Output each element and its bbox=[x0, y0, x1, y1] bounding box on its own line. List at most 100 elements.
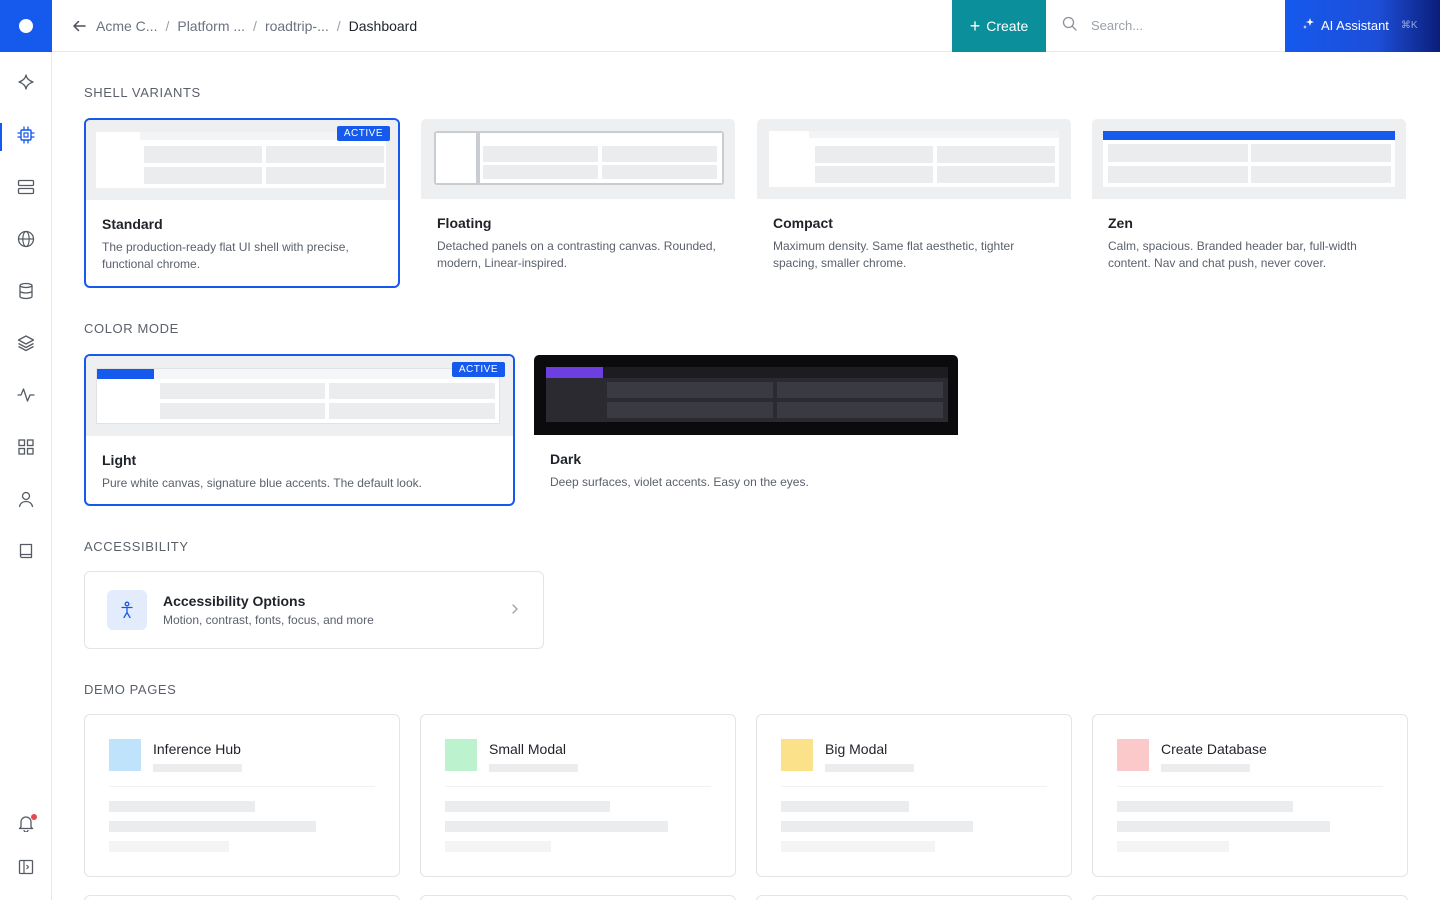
arrow-left-icon[interactable] bbox=[72, 18, 88, 34]
demo-title: Create Database bbox=[1161, 741, 1267, 757]
skeleton-line bbox=[1117, 821, 1330, 832]
shell-preview-zen bbox=[1092, 119, 1406, 199]
demo-card-small-modal[interactable]: Small Modal bbox=[420, 714, 736, 877]
shell-card-floating[interactable]: Floating Detached panels on a contrastin… bbox=[420, 118, 736, 288]
skeleton-line bbox=[109, 821, 316, 832]
divider bbox=[1117, 786, 1383, 787]
skeleton-line bbox=[1117, 841, 1229, 852]
sidebar-item-docs[interactable] bbox=[0, 533, 52, 573]
skeleton-line bbox=[1117, 801, 1293, 812]
card-title: Floating bbox=[437, 215, 492, 231]
sidebar-item-ai[interactable] bbox=[0, 64, 52, 104]
card-title: Dark bbox=[550, 451, 582, 467]
demo-card-big-modal[interactable]: Big Modal bbox=[756, 714, 1072, 877]
breadcrumb-project[interactable]: roadtrip-... bbox=[265, 18, 329, 34]
demo-swatch bbox=[109, 739, 141, 771]
skeleton-line bbox=[445, 801, 610, 812]
skeleton-line bbox=[781, 821, 973, 832]
breadcrumb-org[interactable]: Acme C... bbox=[96, 18, 157, 34]
sidebar-item-compute[interactable] bbox=[0, 117, 52, 157]
breadcrumb-platform[interactable]: Platform ... bbox=[177, 18, 245, 34]
accessibility-options-card[interactable]: Accessibility Options Motion, contrast, … bbox=[84, 571, 544, 649]
sidebar-item-layers[interactable] bbox=[0, 325, 52, 365]
skeleton-line bbox=[781, 841, 935, 852]
sidebar-item-apps[interactable] bbox=[0, 429, 52, 469]
breadcrumb-current: Dashboard bbox=[348, 17, 418, 34]
skeleton-line bbox=[109, 841, 229, 852]
demo-title: Big Modal bbox=[825, 741, 888, 757]
breadcrumb-separator: / bbox=[253, 17, 257, 34]
mode-card-light[interactable]: ACTIVE Light Pure white canvas, signatur… bbox=[84, 354, 515, 506]
divider bbox=[109, 786, 375, 787]
search-box bbox=[1046, 0, 1285, 52]
breadcrumb: Acme C... / Platform ... / roadtrip-... … bbox=[72, 18, 952, 34]
skeleton-line bbox=[153, 764, 242, 772]
activity-icon bbox=[17, 386, 35, 409]
card-description: Calm, spacious. Branded header bar, full… bbox=[1108, 239, 1357, 270]
plus-icon: + bbox=[969, 15, 981, 36]
mode-preview-dark bbox=[534, 355, 958, 435]
accessibility-title: Accessibility Options bbox=[163, 593, 306, 609]
card-title: Zen bbox=[1108, 215, 1133, 231]
shell-card-standard[interactable]: ACTIVE Standard The production-ready fla… bbox=[84, 118, 400, 288]
divider bbox=[781, 786, 1047, 787]
sidebar-item-users[interactable] bbox=[0, 481, 52, 521]
demo-card-next-row[interactable] bbox=[1092, 895, 1408, 900]
card-title: Standard bbox=[102, 216, 163, 232]
chevron-right-icon bbox=[511, 602, 519, 620]
card-description: The production-ready flat UI shell with … bbox=[102, 240, 349, 271]
logo-dot-icon bbox=[19, 18, 33, 33]
sidebar-item-monitoring[interactable] bbox=[0, 377, 52, 417]
mode-card-dark[interactable]: Dark Deep surfaces, violet accents. Easy… bbox=[533, 354, 959, 506]
card-description: Deep surfaces, violet accents. Easy on t… bbox=[550, 475, 809, 489]
skeleton-line bbox=[445, 841, 551, 852]
create-button[interactable]: + Create bbox=[952, 0, 1046, 52]
demo-card-next-row[interactable] bbox=[84, 895, 400, 900]
ai-assistant-label: AI Assistant bbox=[1321, 18, 1389, 33]
shell-preview-floating bbox=[421, 119, 735, 199]
top-bar: Acme C... / Platform ... / roadtrip-... … bbox=[0, 0, 1440, 52]
ai-assistant-button[interactable]: AI Assistant ⌘K bbox=[1285, 0, 1440, 52]
demo-card-next-row[interactable] bbox=[420, 895, 736, 900]
active-badge: ACTIVE bbox=[336, 126, 390, 141]
breadcrumb-separator: / bbox=[165, 17, 170, 34]
shell-preview-compact bbox=[757, 119, 1071, 199]
chip-icon bbox=[16, 125, 36, 150]
grid-icon bbox=[17, 438, 35, 461]
section-title-color: COLOR MODE bbox=[84, 321, 179, 336]
sidebar-item-network[interactable] bbox=[0, 221, 52, 261]
breadcrumb-separator: / bbox=[336, 17, 341, 34]
notification-dot bbox=[31, 814, 37, 820]
card-title: Compact bbox=[773, 215, 833, 231]
sidebar bbox=[0, 52, 52, 900]
accessibility-icon bbox=[107, 590, 147, 630]
search-icon bbox=[1062, 16, 1077, 36]
demo-swatch bbox=[445, 739, 477, 771]
shell-card-compact[interactable]: Compact Maximum density. Same flat aesth… bbox=[756, 118, 1072, 288]
card-description: Maximum density. Same flat aesthetic, ti… bbox=[773, 239, 1015, 270]
shell-card-zen[interactable]: Zen Calm, spacious. Branded header bar, … bbox=[1091, 118, 1407, 288]
database-icon bbox=[17, 282, 35, 305]
demo-title: Small Modal bbox=[489, 741, 567, 757]
sidebar-item-notifications[interactable] bbox=[0, 805, 52, 845]
shell-preview-standard: ACTIVE bbox=[86, 120, 398, 200]
demo-card-create-database[interactable]: Create Database bbox=[1092, 714, 1408, 877]
sparkles-icon bbox=[1301, 17, 1315, 34]
sparkle-icon bbox=[17, 73, 35, 96]
sidebar-item-databases[interactable] bbox=[0, 273, 52, 313]
skeleton-line bbox=[489, 764, 578, 772]
skeleton-line bbox=[781, 801, 909, 812]
demo-card-inference-hub[interactable]: Inference Hub bbox=[84, 714, 400, 877]
demo-title: Inference Hub bbox=[153, 741, 241, 757]
skeleton-line bbox=[1161, 764, 1250, 772]
sidebar-toggle[interactable] bbox=[0, 849, 52, 889]
sidebar-item-servers[interactable] bbox=[0, 169, 52, 209]
server-icon bbox=[17, 178, 35, 201]
accessibility-description: Motion, contrast, fonts, focus, and more bbox=[163, 613, 374, 627]
mode-preview-light: ACTIVE bbox=[86, 356, 513, 436]
card-description: Detached panels on a contrasting canvas.… bbox=[437, 239, 716, 270]
layers-icon bbox=[17, 334, 35, 357]
search-input[interactable] bbox=[1091, 18, 1261, 33]
app-logo[interactable] bbox=[0, 0, 52, 52]
demo-card-next-row[interactable] bbox=[756, 895, 1072, 900]
